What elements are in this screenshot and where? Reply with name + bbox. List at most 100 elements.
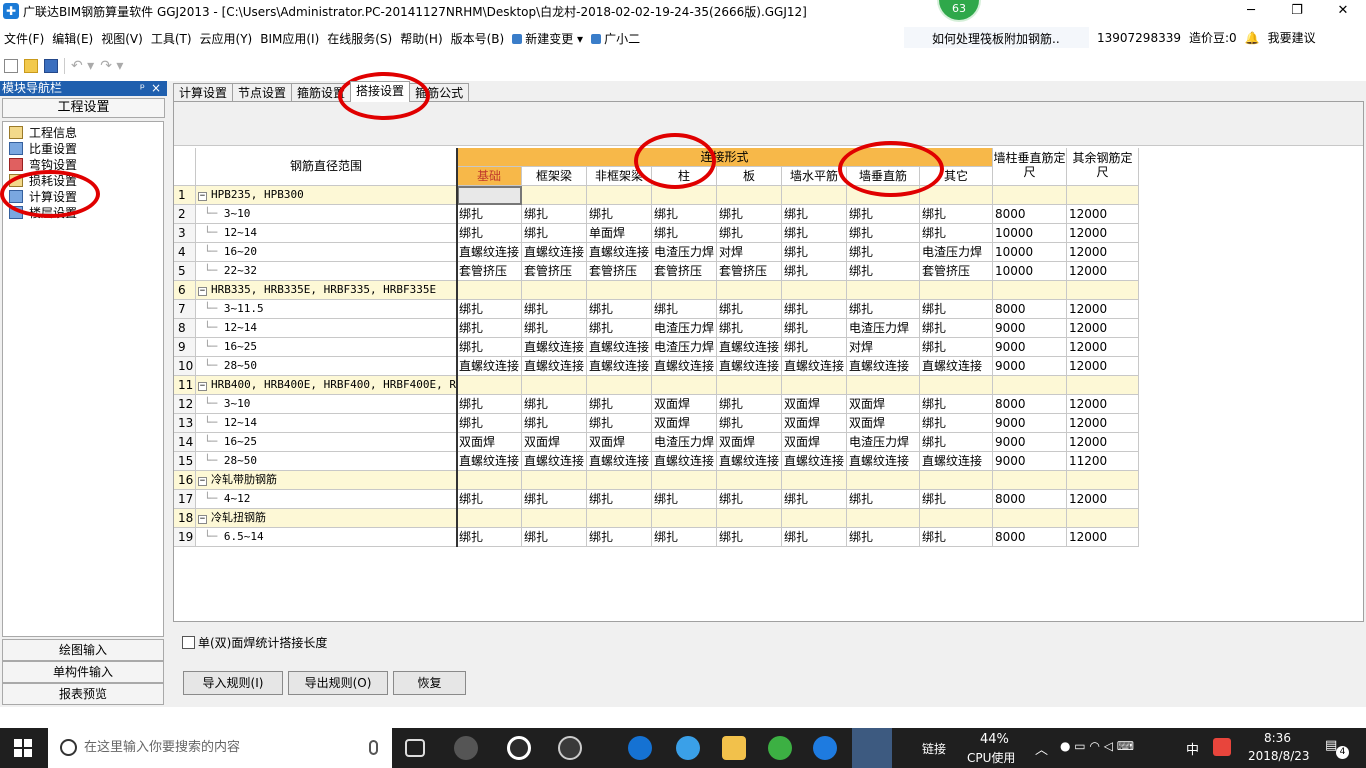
wall-length-cell[interactable] [993, 471, 1067, 490]
wall-length-cell[interactable]: 9000 [993, 414, 1067, 433]
collapse-icon[interactable]: − [198, 287, 207, 296]
other-length-cell[interactable]: 12000 [1067, 319, 1139, 338]
restore-button[interactable]: 恢复 [393, 671, 466, 695]
connection-cell[interactable] [522, 471, 587, 490]
file-explorer-icon[interactable] [722, 736, 746, 760]
connection-cell[interactable]: 绑扎 [522, 319, 587, 338]
connection-cell[interactable]: 电渣压力焊 [847, 433, 920, 452]
connection-cell[interactable]: 绑扎 [522, 224, 587, 243]
score-badge[interactable]: 63 [937, 0, 981, 22]
tray-status-icons[interactable]: ● ▭ ◠ ◁ ⌨ [1060, 739, 1134, 753]
connection-cell[interactable]: 绑扎 [457, 205, 522, 224]
other-length-cell[interactable]: 12000 [1067, 300, 1139, 319]
other-length-cell[interactable]: 12000 [1067, 528, 1139, 547]
tray-link[interactable]: 链接 [922, 740, 946, 757]
minimize-button[interactable]: ─ [1228, 0, 1274, 22]
nav-report-preview[interactable]: 报表预览 [2, 683, 164, 705]
wall-length-cell[interactable]: 8000 [993, 205, 1067, 224]
wall-length-cell[interactable]: 10000 [993, 243, 1067, 262]
collapse-icon[interactable]: − [198, 515, 207, 524]
connection-cell[interactable] [847, 471, 920, 490]
connection-cell[interactable]: 绑扎 [920, 414, 993, 433]
connection-cell[interactable] [457, 186, 522, 205]
connection-cell[interactable]: 绑扎 [920, 528, 993, 547]
other-length-cell[interactable] [1067, 281, 1139, 300]
connection-cell[interactable] [587, 471, 652, 490]
tab-node-settings[interactable]: 节点设置 [232, 83, 293, 102]
connection-cell[interactable]: 电渣压力焊 [652, 243, 717, 262]
connection-cell[interactable]: 绑扎 [457, 319, 522, 338]
user-phone[interactable]: 13907298339 [1097, 31, 1181, 45]
tab-calc-settings[interactable]: 计算设置 [173, 83, 234, 102]
wall-length-cell[interactable] [993, 186, 1067, 205]
other-length-cell[interactable]: 12000 [1067, 205, 1139, 224]
connection-cell[interactable]: 绑扎 [920, 205, 993, 224]
connection-cell[interactable]: 套管挤压 [522, 262, 587, 281]
connection-cell[interactable]: 对焊 [847, 338, 920, 357]
connection-cell[interactable] [652, 281, 717, 300]
connection-cell[interactable]: 绑扎 [920, 319, 993, 338]
green-app-icon[interactable] [768, 736, 792, 760]
connection-cell[interactable]: 绑扎 [782, 300, 847, 319]
connection-cell[interactable]: 直螺纹连接 [457, 243, 522, 262]
connection-cell[interactable]: 直螺纹连接 [782, 357, 847, 376]
nav-single-component[interactable]: 单构件输入 [2, 661, 164, 683]
connection-cell[interactable]: 绑扎 [457, 224, 522, 243]
connection-cell[interactable] [522, 509, 587, 528]
ime-indicator[interactable]: 中 [1186, 739, 1199, 758]
connection-cell[interactable]: 绑扎 [457, 338, 522, 357]
connection-cell[interactable] [782, 186, 847, 205]
connection-cell[interactable]: 绑扎 [782, 490, 847, 509]
clock-date[interactable]: 2018/8/23 [1248, 749, 1310, 763]
connection-cell[interactable] [587, 509, 652, 528]
connection-cell[interactable]: 绑扎 [522, 395, 587, 414]
connection-cell[interactable]: 绑扎 [587, 528, 652, 547]
connection-cell[interactable]: 电渣压力焊 [652, 433, 717, 452]
wall-length-cell[interactable]: 9000 [993, 452, 1067, 471]
wall-length-cell[interactable]: 10000 [993, 224, 1067, 243]
menu-bim[interactable]: BIM应用(I) [256, 30, 323, 47]
collapse-icon[interactable]: − [198, 382, 207, 391]
wall-length-cell[interactable] [993, 281, 1067, 300]
connection-cell[interactable] [457, 376, 522, 395]
connection-cell[interactable]: 绑扎 [847, 205, 920, 224]
connection-cell[interactable] [920, 471, 993, 490]
connection-cell[interactable]: 绑扎 [920, 433, 993, 452]
connection-cell[interactable]: 绑扎 [457, 300, 522, 319]
connection-cell[interactable]: 套管挤压 [652, 262, 717, 281]
connection-cell[interactable] [847, 509, 920, 528]
connection-cell[interactable] [587, 186, 652, 205]
connection-cell[interactable]: 绑扎 [587, 414, 652, 433]
menu-help[interactable]: 帮助(H) [396, 30, 446, 47]
microphone-icon[interactable] [369, 740, 378, 755]
ie-legacy-icon[interactable] [507, 736, 531, 760]
col-foundation-header[interactable]: 基础 [457, 167, 522, 186]
pin-icon[interactable]: ᵖ [140, 81, 145, 96]
connection-cell[interactable]: 绑扎 [847, 490, 920, 509]
wall-length-cell[interactable]: 10000 [993, 262, 1067, 281]
connection-cell[interactable]: 双面焊 [522, 433, 587, 452]
open-folder-icon[interactable] [24, 58, 38, 73]
connection-cell[interactable] [652, 186, 717, 205]
connection-cell[interactable] [652, 509, 717, 528]
connection-cell[interactable] [457, 471, 522, 490]
connection-cell[interactable]: 直螺纹连接 [457, 357, 522, 376]
col-frame-beam-header[interactable]: 框架梁 [522, 167, 587, 186]
connection-cell[interactable] [457, 281, 522, 300]
connection-cell[interactable]: 绑扎 [717, 414, 782, 433]
connection-cell[interactable]: 绑扎 [522, 414, 587, 433]
connection-cell[interactable]: 绑扎 [847, 243, 920, 262]
connection-cell[interactable]: 绑扎 [457, 528, 522, 547]
connection-cell[interactable]: 直螺纹连接 [847, 357, 920, 376]
connection-cell[interactable]: 绑扎 [522, 205, 587, 224]
export-rules-button[interactable]: 导出规则(O) [288, 671, 388, 695]
nav-section-project-settings[interactable]: 工程设置 [2, 98, 165, 118]
connection-cell[interactable]: 套管挤压 [587, 262, 652, 281]
collapse-icon[interactable]: − [198, 477, 207, 486]
wall-length-cell[interactable]: 8000 [993, 300, 1067, 319]
connection-cell[interactable]: 双面焊 [717, 433, 782, 452]
menu-file[interactable]: 文件(F) [0, 30, 48, 47]
connection-cell[interactable] [782, 376, 847, 395]
connection-cell[interactable]: 双面焊 [457, 433, 522, 452]
connection-cell[interactable]: 绑扎 [652, 205, 717, 224]
